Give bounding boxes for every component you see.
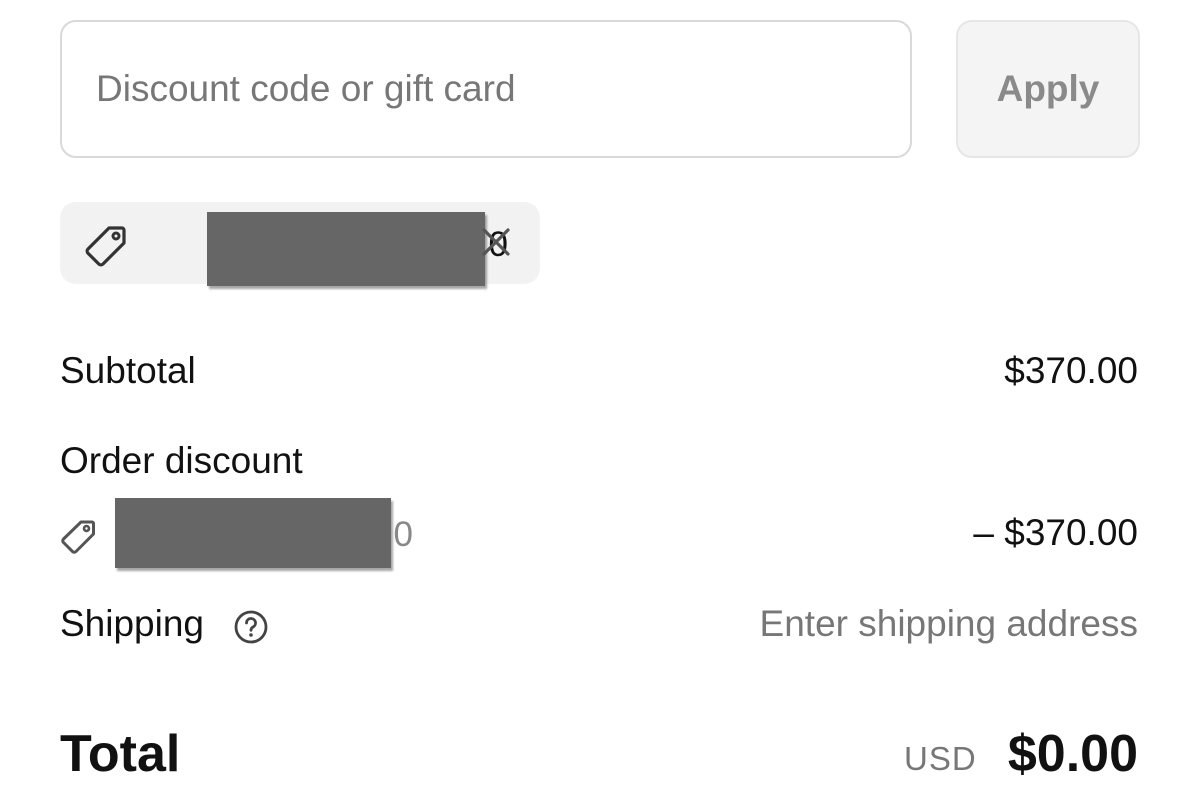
apply-button[interactable]: Apply — [956, 20, 1140, 158]
total-value: $0.00 — [1007, 725, 1138, 783]
remove-discount-close-icon[interactable] — [476, 222, 516, 262]
order-discount-label: Order discount — [60, 440, 303, 481]
redaction-block — [115, 498, 391, 568]
order-summary-panel: Apply 0 Subtotal $370.00 Order discount … — [0, 0, 1200, 791]
total-label: Total — [60, 725, 181, 783]
question-circle-icon[interactable] — [233, 609, 269, 645]
subtotal-value: $370.00 — [1004, 350, 1138, 391]
discount-code-field[interactable] — [60, 20, 912, 158]
currency-code: USD — [904, 740, 977, 777]
redaction-block — [207, 212, 485, 286]
subtotal-label: Subtotal — [60, 350, 196, 391]
applied-discount-chip: 0 — [60, 202, 540, 286]
tag-icon — [61, 520, 95, 554]
shipping-label: Shipping — [60, 603, 205, 644]
shipping-value: Enter shipping address — [759, 603, 1138, 644]
order-discount-code-text: 0 — [393, 515, 413, 554]
tag-icon — [85, 226, 126, 267]
order-discount-value: – $370.00 — [973, 512, 1138, 553]
discount-code-input[interactable] — [94, 67, 910, 111]
